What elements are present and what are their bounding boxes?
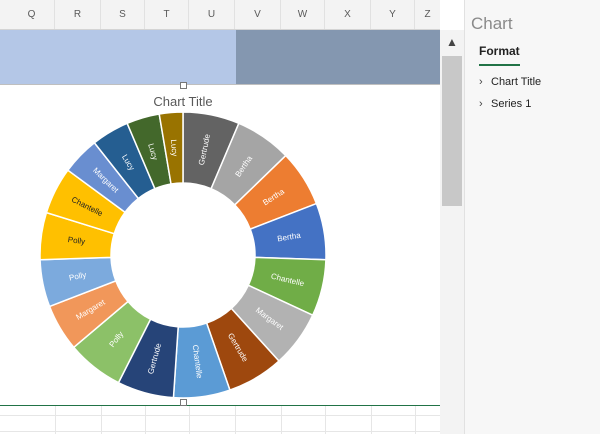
gridline (0, 415, 440, 416)
pane-item-label: Chart Title (491, 76, 542, 88)
gridline (0, 431, 440, 432)
pane-item-series-1[interactable]: › Series 1 (479, 98, 531, 110)
doughnut-chart[interactable]: Chart Title Gertrude Bertha Bertha Bertha Ch… (0, 82, 440, 406)
format-chart-pane: Chart Format › Chart Title › Series 1 (464, 0, 600, 434)
pane-title: Chart (471, 14, 513, 33)
filled-cells-light-blue[interactable] (0, 30, 236, 84)
column-header-z[interactable]: Z (415, 0, 440, 29)
column-header-r[interactable]: R (55, 0, 101, 29)
chevron-right-icon: › (479, 98, 483, 110)
column-header-w[interactable]: W (281, 0, 325, 29)
column-header-s[interactable]: S (101, 0, 145, 29)
slice-data-label[interactable]: Lucy (169, 139, 179, 157)
filled-cells-dark-blue[interactable] (236, 30, 440, 84)
column-headers: Q R S T U V W X Y Z (0, 0, 440, 30)
column-header-q[interactable]: Q (9, 0, 55, 29)
resize-handle-bottom[interactable] (180, 399, 187, 406)
doughnut-plot[interactable]: GertrudeBerthaBerthaBerthaChantelleMarga… (0, 85, 440, 405)
column-header-t[interactable]: T (145, 0, 189, 29)
chevron-right-icon: › (479, 76, 483, 88)
spreadsheet-area[interactable]: Q R S T U V W X Y Z Chart Title Gertrude… (0, 0, 440, 434)
resize-handle-top[interactable] (180, 82, 187, 89)
vertical-scrollbar[interactable]: ▲ (440, 30, 464, 434)
tab-format[interactable]: Format (479, 44, 520, 66)
scrollbar-thumb[interactable] (442, 56, 462, 206)
scroll-up-arrow-icon[interactable]: ▲ (440, 30, 464, 54)
column-header-y[interactable]: Y (371, 0, 415, 29)
column-header-v[interactable]: V (235, 0, 281, 29)
pane-item-label: Series 1 (491, 98, 532, 110)
column-header-x[interactable]: X (325, 0, 371, 29)
pane-item-chart-title[interactable]: › Chart Title (479, 76, 541, 88)
column-header-u[interactable]: U (189, 0, 235, 29)
